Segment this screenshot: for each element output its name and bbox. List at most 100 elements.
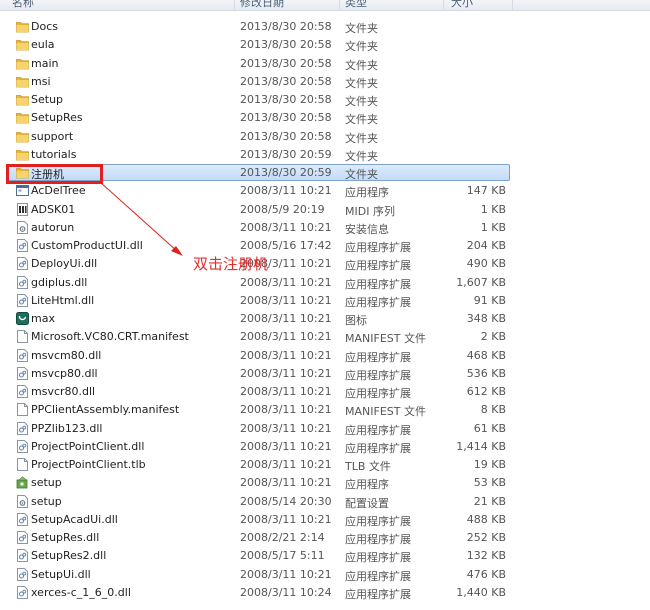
file-type: 应用程序 bbox=[345, 478, 389, 492]
file-type: 文件夹 bbox=[345, 131, 378, 145]
annotation-highlight-box bbox=[6, 164, 103, 184]
file-name: SetupRes bbox=[31, 111, 83, 125]
dll-icon bbox=[16, 366, 29, 380]
file-name: msvcp80.dll bbox=[31, 366, 98, 380]
file-row[interactable]: max 2008/3/11 10:21 图标 348 KB bbox=[0, 310, 650, 328]
file-date: 2008/3/11 10:21 bbox=[240, 330, 332, 344]
app-icon bbox=[16, 184, 29, 197]
settings-file-icon bbox=[16, 494, 29, 508]
file-icon bbox=[16, 403, 29, 417]
file-row[interactable]: autorun 2008/3/11 10:21 安装信息 1 KB bbox=[0, 219, 650, 237]
file-row[interactable]: SetupRes 2013/8/30 20:58 文件夹 bbox=[0, 109, 650, 127]
file-name: msvcr80.dll bbox=[31, 385, 96, 398]
file-name: Microsoft.VC80.CRT.manifest bbox=[31, 330, 189, 344]
file-date: 2008/3/11 10:21 bbox=[240, 512, 332, 526]
column-header-name[interactable]: 名称 bbox=[12, 0, 34, 10]
file-row[interactable]: setup 2008/5/14 20:30 配置设置 21 KB bbox=[0, 493, 650, 511]
file-size: 476 KB bbox=[466, 567, 506, 581]
file-size: 147 KB bbox=[466, 184, 506, 198]
column-divider[interactable] bbox=[443, 0, 444, 10]
folder-icon bbox=[16, 57, 29, 70]
file-row[interactable]: Docs 2013/8/30 20:58 文件夹 bbox=[0, 18, 650, 36]
file-type: 图标 bbox=[345, 314, 367, 327]
file-row[interactable]: Microsoft.VC80.CRT.manifest 2008/3/11 10:… bbox=[0, 328, 650, 346]
file-name: SetupUi.dll bbox=[31, 567, 91, 581]
file-row[interactable]: gdiplus.dll 2008/3/11 10:21 应用程序扩展 1,607 KB bbox=[0, 274, 650, 292]
file-size: 536 KB bbox=[466, 366, 506, 380]
column-divider[interactable] bbox=[512, 0, 513, 10]
file-row[interactable]: AcDelTree 2008/3/11 10:21 应用程序 147 KB bbox=[0, 182, 650, 200]
folder-icon bbox=[16, 20, 29, 33]
file-type: 应用程序扩展 bbox=[345, 368, 411, 382]
file-date: 2008/5/14 20:30 bbox=[240, 494, 332, 508]
file-date: 2008/3/11 10:24 bbox=[240, 585, 332, 599]
file-size: 490 KB bbox=[466, 257, 506, 271]
annotation-label: 双击注册机 bbox=[193, 255, 269, 273]
file-type: 文件夹 bbox=[345, 113, 378, 127]
file-type: MANIFEST 文件 bbox=[345, 332, 426, 346]
file-row[interactable]: ADSK01 2008/5/9 20:19 MIDI 序列 1 KB bbox=[0, 201, 650, 219]
file-row[interactable]: PPZlib123.dll 2008/3/11 10:21 应用程序扩展 61 KB bbox=[0, 420, 650, 438]
file-row[interactable]: msvcp80.dll 2008/3/11 10:21 应用程序扩展 536 KB bbox=[0, 365, 650, 383]
file-row[interactable]: msi 2013/8/30 20:58 文件夹 bbox=[0, 73, 650, 91]
file-date: 2008/3/11 10:21 bbox=[240, 439, 332, 453]
file-row[interactable]: main 2013/8/30 20:58 文件夹 bbox=[0, 55, 650, 73]
file-date: 2008/2/21 2:14 bbox=[240, 531, 325, 544]
file-type: 应用程序扩展 bbox=[345, 569, 411, 583]
file-type: 应用程序 bbox=[345, 186, 389, 200]
file-row[interactable]: ProjectPointClient.tlb 2008/3/11 10:21 TLB… bbox=[0, 456, 650, 474]
file-date: 2013/8/30 20:58 bbox=[240, 93, 332, 106]
file-row[interactable]: msvcr80.dll 2008/3/11 10:21 应用程序扩展 612 KB bbox=[0, 383, 650, 401]
file-date: 2008/3/11 10:21 bbox=[240, 385, 332, 398]
settings-file-icon bbox=[16, 220, 29, 234]
column-header-date[interactable]: 修改日期 bbox=[240, 0, 284, 10]
dll-icon bbox=[16, 439, 29, 453]
column-header-size[interactable]: 大小 bbox=[451, 0, 473, 10]
file-type: 文件夹 bbox=[345, 76, 378, 90]
file-date: 2013/8/30 20:58 bbox=[240, 56, 332, 70]
file-name: autorun bbox=[31, 220, 75, 234]
max-icon bbox=[16, 312, 29, 325]
file-row[interactable]: PPClientAssembly.manifest 2008/3/11 10:21… bbox=[0, 401, 650, 419]
file-row[interactable]: msvcm80.dll 2008/3/11 10:21 应用程序扩展 468 KB bbox=[0, 347, 650, 365]
dll-icon bbox=[16, 348, 29, 362]
file-row[interactable]: SetupUi.dll 2008/3/11 10:21 应用程序扩展 476 KB bbox=[0, 566, 650, 584]
file-name: gdiplus.dll bbox=[31, 275, 88, 289]
file-size: 1,414 KB bbox=[456, 439, 506, 453]
file-name: PPZlib123.dll bbox=[31, 421, 103, 435]
file-type: 应用程序扩展 bbox=[345, 514, 411, 528]
file-size: 8 KB bbox=[480, 403, 506, 417]
file-row[interactable]: tutorials 2013/8/30 20:59 文件夹 bbox=[0, 146, 650, 164]
file-date: 2008/3/11 10:21 bbox=[240, 184, 332, 198]
file-row[interactable]: DeployUi.dll 2008/3/11 10:21 应用程序扩展 490 KB bbox=[0, 255, 650, 273]
file-row[interactable]: SetupRes2.dll 2008/5/17 5:11 应用程序扩展 132 KB bbox=[0, 547, 650, 565]
file-row[interactable]: xerces-c_1_6_0.dll 2008/3/11 10:24 应用程序扩展 1… bbox=[0, 584, 650, 602]
file-row[interactable]: SetupRes.dll 2008/2/21 2:14 应用程序扩展 252 KB bbox=[0, 529, 650, 547]
file-type: 文件夹 bbox=[345, 40, 378, 54]
column-header-type[interactable]: 类型 bbox=[345, 0, 367, 10]
file-type: 应用程序扩展 bbox=[345, 533, 411, 546]
folder-icon bbox=[16, 130, 29, 143]
file-size: 1 KB bbox=[480, 202, 506, 216]
file-date: 2008/3/11 10:21 bbox=[240, 275, 332, 289]
file-row[interactable]: LiteHtml.dll 2008/3/11 10:21 应用程序扩展 91 KB bbox=[0, 292, 650, 310]
file-date: 2008/3/11 10:21 bbox=[240, 220, 332, 234]
column-divider[interactable] bbox=[234, 0, 235, 10]
column-header-bar: 名称 修改日期 类型 大小 bbox=[0, 0, 650, 11]
file-icon bbox=[16, 330, 29, 344]
file-row[interactable]: ProjectPointClient.dll 2008/3/11 10:21 应用程… bbox=[0, 438, 650, 456]
file-row[interactable]: CustomProductUI.dll 2008/5/16 17:42 应用程序扩展… bbox=[0, 237, 650, 255]
file-size: 1,607 KB bbox=[456, 275, 506, 289]
file-row[interactable]: SetupAcadUi.dll 2008/3/11 10:21 应用程序扩展 488 … bbox=[0, 511, 650, 529]
file-date: 2008/5/16 17:42 bbox=[240, 239, 332, 252]
file-row[interactable]: eula 2013/8/30 20:58 文件夹 bbox=[0, 36, 650, 54]
file-row[interactable]: support 2013/8/30 20:58 文件夹 bbox=[0, 128, 650, 146]
file-type: 文件夹 bbox=[345, 22, 378, 35]
dll-icon bbox=[16, 512, 29, 526]
file-type: 应用程序扩展 bbox=[345, 350, 411, 364]
file-row[interactable]: setup 2008/3/11 10:21 应用程序 53 KB bbox=[0, 474, 650, 492]
dll-icon bbox=[16, 549, 29, 563]
column-divider[interactable] bbox=[339, 0, 340, 10]
file-date: 2008/3/11 10:21 bbox=[240, 476, 332, 490]
file-row[interactable]: Setup 2013/8/30 20:58 文件夹 bbox=[0, 91, 650, 109]
